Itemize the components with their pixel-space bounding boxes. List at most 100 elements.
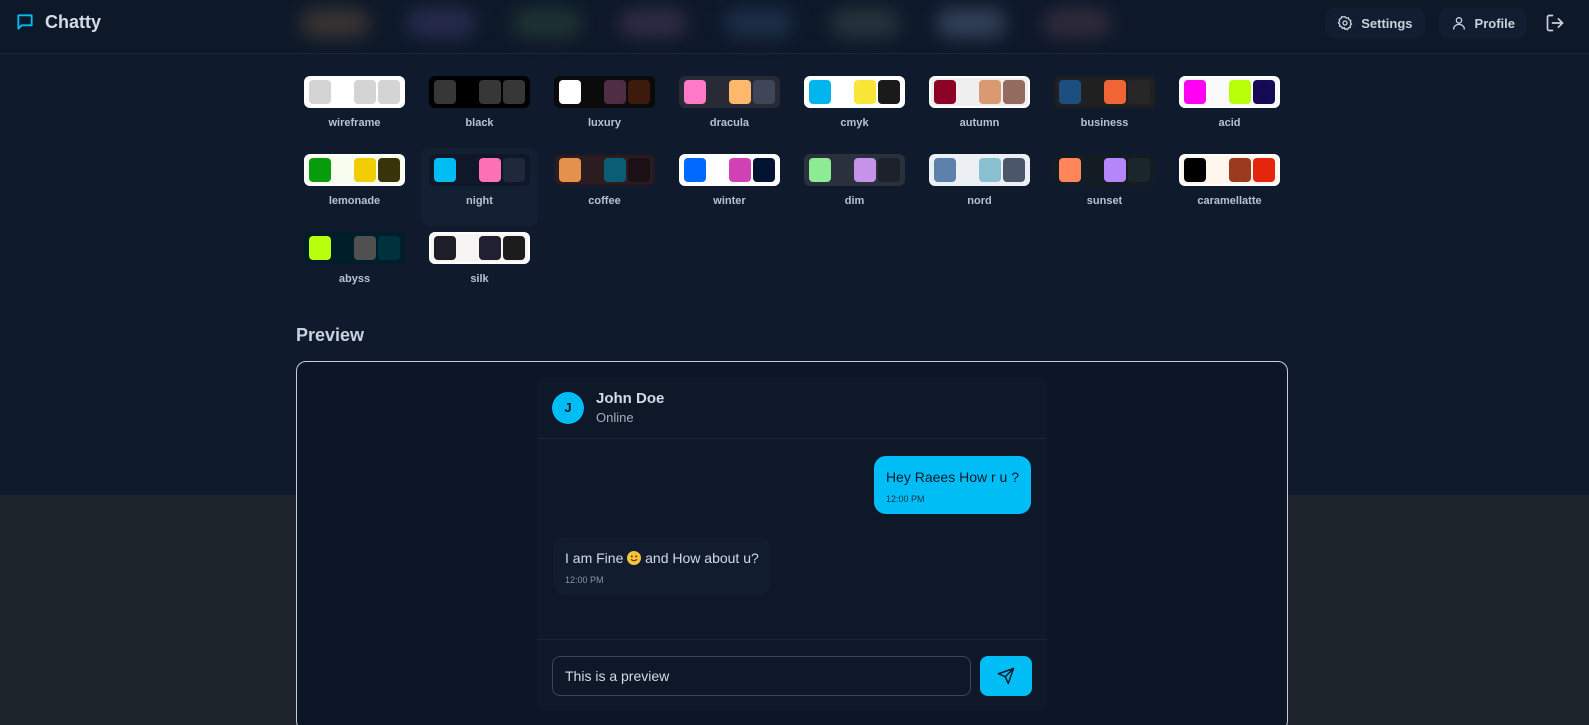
theme-option-dracula[interactable]: dracula (671, 70, 788, 148)
swatch-secondary (1104, 80, 1126, 104)
swatch-secondary (479, 236, 501, 260)
message-time: 12:00 PM (885, 494, 925, 504)
swatch-primary (309, 80, 331, 104)
swatch-primary (559, 158, 581, 182)
swatch-primary (434, 158, 456, 182)
theme-option-winter[interactable]: winter (671, 148, 788, 226)
chat-bubble-icon (14, 11, 36, 33)
swatch-secondary (604, 80, 626, 104)
swatch-primary (309, 236, 331, 260)
theme-grid: wireframe black luxury dracula cmyk autumn bus… (296, 70, 1288, 304)
profile-label: Profile (1474, 15, 1515, 31)
swatch-accent (1253, 80, 1275, 104)
brand-link[interactable]: Chatty (14, 11, 101, 33)
settings-button[interactable]: Settings (1325, 8, 1425, 38)
swatch-primary (1184, 80, 1206, 104)
swatch-secondary (604, 158, 626, 182)
theme-swatch (804, 154, 905, 186)
swatch-secondary (354, 80, 376, 104)
navbar: Chatty Settings Profile (0, 0, 1589, 54)
theme-option-cmyk[interactable]: cmyk (796, 70, 913, 148)
swatch-accent (378, 80, 400, 104)
swatch-accent (1003, 80, 1025, 104)
swatch-accent (1003, 158, 1025, 182)
message-list: Hey Raees How r u ? 12:00 PM I am Fine a… (537, 439, 1047, 639)
theme-option-abyss[interactable]: abyss (296, 226, 413, 304)
theme-name-label: night (466, 195, 493, 207)
swatch-accent (753, 158, 775, 182)
swatch-primary (934, 80, 956, 104)
contact-status: Online (596, 410, 634, 425)
swatch-secondary (854, 158, 876, 182)
logout-button[interactable] (1541, 8, 1569, 38)
swatch-secondary (979, 158, 1001, 182)
swatch-secondary (479, 80, 501, 104)
theme-option-silk[interactable]: silk (421, 226, 538, 304)
swatch-primary (1184, 158, 1206, 182)
avatar: J (552, 391, 584, 424)
theme-name-label: caramellatte (1197, 195, 1262, 207)
theme-option-caramellatte[interactable]: caramellatte (1171, 148, 1288, 226)
theme-swatch (304, 76, 405, 108)
swatch-accent (503, 80, 525, 104)
swatch-accent (628, 158, 650, 182)
contact-name: John Doe (596, 390, 665, 407)
swatch-accent (878, 80, 900, 104)
theme-name-label: sunset (1086, 195, 1123, 207)
swatch-accent (503, 158, 525, 182)
swatch-primary (934, 158, 956, 182)
theme-option-business[interactable]: business (1046, 70, 1163, 148)
swatch-secondary (854, 80, 876, 104)
theme-option-sunset[interactable]: sunset (1046, 148, 1163, 226)
theme-name-label: winter (713, 195, 746, 207)
theme-swatch (1054, 154, 1155, 186)
theme-name-label: acid (1218, 117, 1241, 129)
theme-swatch (429, 76, 530, 108)
theme-option-coffee[interactable]: coffee (546, 148, 663, 226)
message-time: 12:00 PM (565, 575, 604, 585)
message-text: I am Fine and How about u? (565, 550, 759, 566)
send-button[interactable] (980, 655, 1032, 696)
theme-option-wireframe[interactable]: wireframe (296, 70, 413, 148)
theme-name-label: black (465, 117, 494, 129)
theme-option-luxury[interactable]: luxury (546, 70, 663, 148)
theme-option-night[interactable]: night (421, 148, 538, 226)
chat-header: J John Doe Online (537, 377, 1047, 439)
theme-option-lemonade[interactable]: lemonade (296, 148, 413, 226)
theme-name-label: abyss (338, 273, 371, 285)
logout-icon (1546, 14, 1564, 32)
theme-option-black[interactable]: black (421, 70, 538, 148)
theme-name-label: dracula (709, 117, 750, 129)
swatch-accent (753, 80, 775, 104)
message-input[interactable] (552, 655, 971, 696)
message-text: Hey Raees How r u ? (885, 469, 1019, 485)
theme-swatch (1179, 154, 1280, 186)
theme-name-label: lemonade (328, 195, 381, 207)
theme-name-label: nord (967, 195, 992, 207)
theme-option-dim[interactable]: dim (796, 148, 913, 226)
theme-swatch (679, 154, 780, 186)
profile-button[interactable]: Profile (1438, 8, 1527, 38)
theme-name-label: wireframe (328, 117, 381, 129)
swatch-secondary (479, 158, 501, 182)
swatch-accent (878, 158, 900, 182)
swatch-primary (684, 158, 706, 182)
theme-swatch (554, 76, 655, 108)
smiley-emoji-icon (627, 551, 642, 565)
swatch-primary (309, 158, 331, 182)
swatch-secondary (354, 236, 376, 260)
blurred-background (280, 0, 1280, 46)
theme-option-acid[interactable]: acid (1171, 70, 1288, 148)
theme-swatch (679, 76, 780, 108)
swatch-primary (1059, 80, 1081, 104)
theme-option-autumn[interactable]: autumn (921, 70, 1038, 148)
swatch-primary (434, 80, 456, 104)
message-composer (537, 639, 1047, 711)
theme-swatch (429, 232, 530, 264)
user-icon (1452, 17, 1465, 30)
theme-swatch (804, 76, 905, 108)
theme-option-nord[interactable]: nord (921, 148, 1038, 226)
swatch-accent (1253, 158, 1275, 182)
theme-name-label: business (1080, 117, 1129, 129)
gear-icon (1337, 15, 1353, 31)
